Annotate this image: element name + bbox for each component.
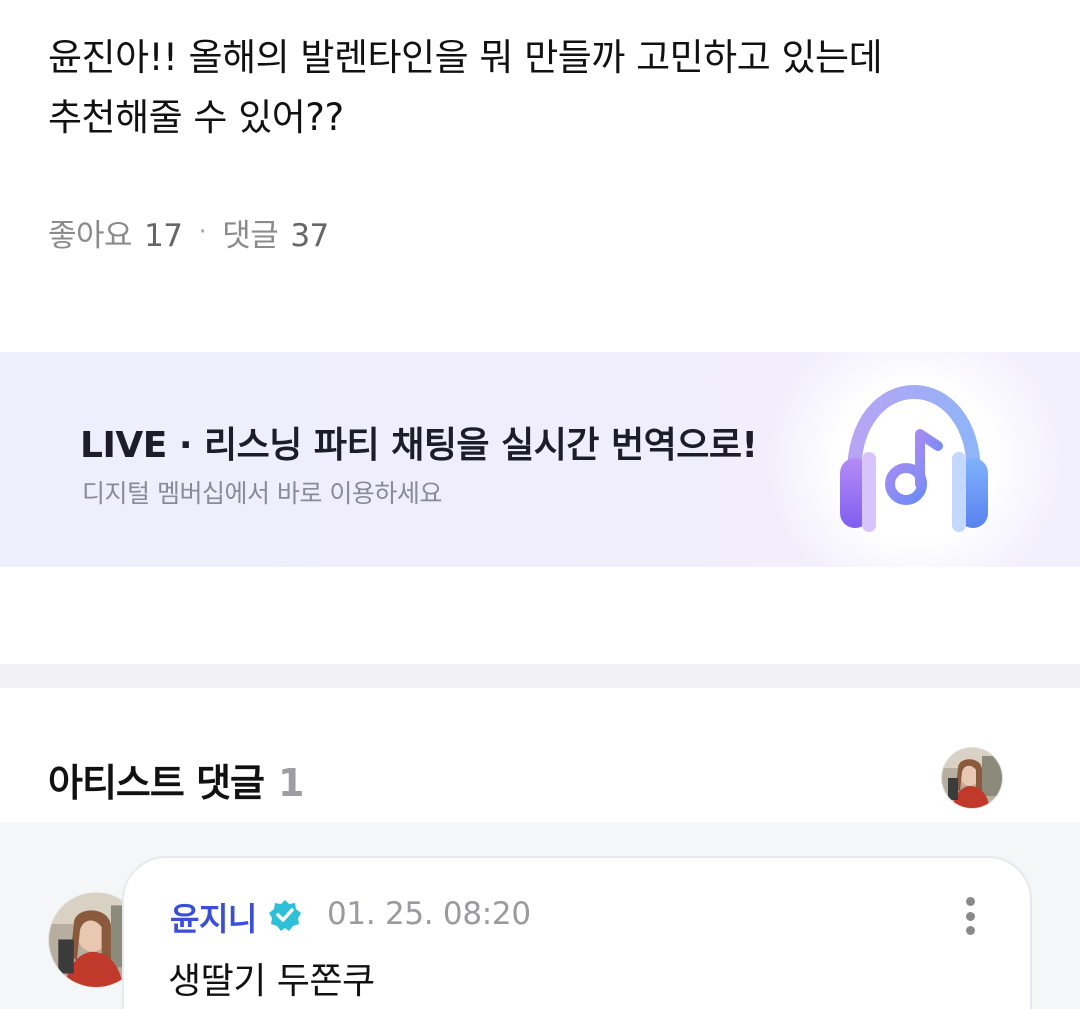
post-content: 윤진아!! 올해의 발렌타인을 뭐 만들까 고민하고 있는데 추천해줄 수 있어… <box>48 28 1038 148</box>
artist-avatar-image <box>942 748 1002 808</box>
likes-label: 좋아요 <box>48 217 133 254</box>
post-meta: 좋아요 17 · 댓글 37 <box>48 210 329 254</box>
banner-subtitle: 디지털 멤버십에서 바로 이용하세요 <box>82 479 442 508</box>
fan-post-screen: 윤진아!! 올해의 발렌타인을 뭐 만들까 고민하고 있는데 추천해줄 수 있어… <box>0 0 1080 1009</box>
promo-banner[interactable]: LIVE · 리스닝 파티 채팅을 실시간 번역으로! 디지털 멤버십에서 바로… <box>0 352 1080 567</box>
banner-title: LIVE · 리스닝 파티 채팅을 실시간 번역으로! <box>80 425 758 466</box>
comments-label: 댓글 <box>222 217 279 254</box>
post-text-line-1: 윤진아!! 올해의 발렌타인을 뭐 만들까 고민하고 있는데 <box>48 36 883 79</box>
comments-button[interactable]: 댓글 37 <box>222 210 329 255</box>
artist-comments-title: 아티스트 댓글 <box>48 761 265 805</box>
artist-avatar[interactable] <box>941 747 1003 809</box>
headphones-music-icon <box>840 384 988 532</box>
comment-body: 생딸기 두쫀쿠 <box>168 961 375 1002</box>
verified-badge-icon <box>269 900 301 931</box>
artist-comments-header[interactable]: 아티스트 댓글 1 <box>48 752 304 807</box>
artist-comments-count: 1 <box>278 761 304 805</box>
comments-count: 37 <box>290 217 329 254</box>
comment-author-name[interactable]: 윤지니 <box>170 894 257 940</box>
section-divider <box>0 664 1080 688</box>
likes-count: 17 <box>144 217 183 254</box>
post-text-line-2: 추천해줄 수 있어?? <box>48 96 344 139</box>
likes-button[interactable]: 좋아요 17 <box>48 210 183 255</box>
meta-separator: · <box>198 217 207 247</box>
more-options-icon[interactable] <box>954 894 986 938</box>
comment-timestamp: 01. 25. 08:20 <box>327 896 531 932</box>
